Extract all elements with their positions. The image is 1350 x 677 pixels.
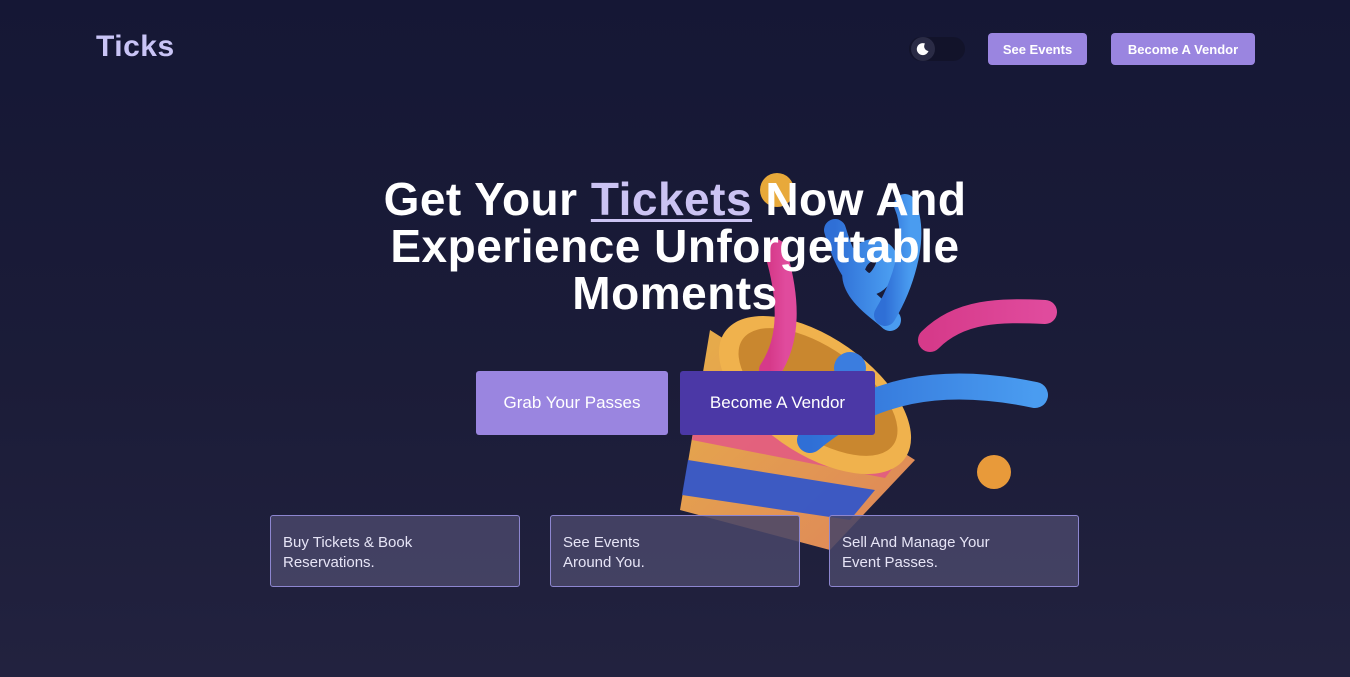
feature-card-buy-tickets: Buy Tickets & Book Reservations. <box>270 515 520 587</box>
become-vendor-nav-button[interactable]: Become A Vendor <box>1111 33 1255 65</box>
moon-icon <box>911 37 935 61</box>
hero-title: Get Your Tickets Now And Experience Unfo… <box>300 176 1050 317</box>
feature-card-sell-passes: Sell And Manage Your Event Passes. <box>829 515 1079 587</box>
feature-card-see-events: See Events Around You. <box>550 515 800 587</box>
logo[interactable]: Ticks <box>96 30 175 64</box>
become-vendor-button[interactable]: Become A Vendor <box>680 371 875 435</box>
hero-title-accent: Tickets <box>590 173 753 225</box>
theme-toggle[interactable] <box>909 37 965 61</box>
hero-title-pre: Get Your <box>383 173 591 225</box>
grab-passes-button[interactable]: Grab Your Passes <box>476 371 668 435</box>
see-events-button[interactable]: See Events <box>988 33 1087 65</box>
